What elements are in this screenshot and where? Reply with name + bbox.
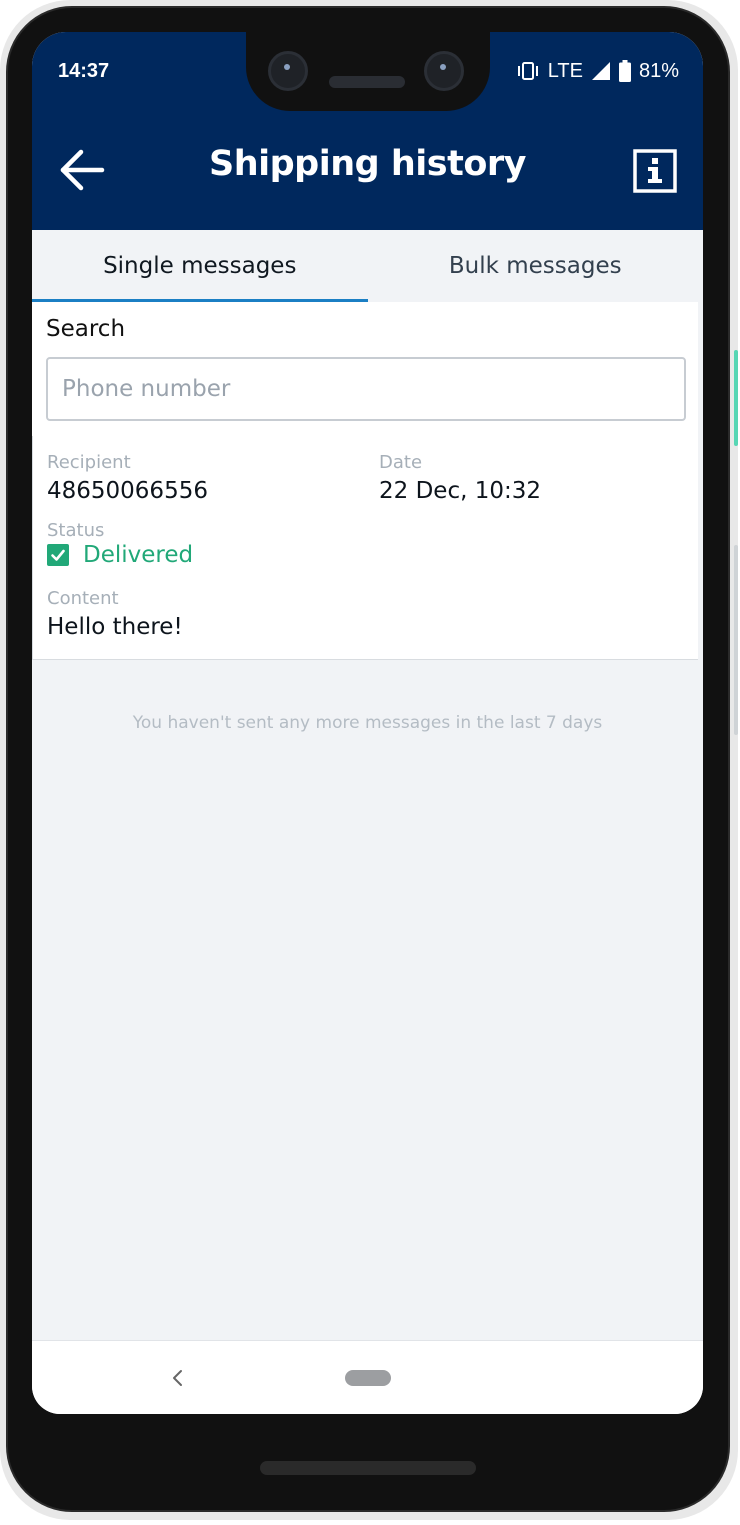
message-card[interactable]: Recipient 48650066556 Date 22 Dec, 10:32… [32,436,698,660]
status-label: Status [47,520,105,541]
app-header: 14:37 LTE 81% Shipping history [32,32,703,230]
status-row: Delivered [47,542,193,568]
recipient-value: 48650066556 [47,478,208,504]
date-label: Date [379,452,423,473]
tab-bar: Single messages Bulk messages [32,230,703,302]
vibrate-icon [516,61,540,81]
search-label: Search [46,316,126,342]
tab-bulk-messages[interactable]: Bulk messages [368,230,704,302]
info-button[interactable] [632,148,678,194]
info-icon [633,149,677,193]
bottom-speaker [260,1461,476,1475]
content-label: Content [47,588,119,609]
front-camera-left [268,51,308,91]
page-title: Shipping history [209,144,526,184]
status-value: Delivered [83,542,194,568]
date-value: 22 Dec, 10:32 [379,478,541,504]
empty-state-note: You haven't sent any more messages in th… [132,713,603,733]
screen: 14:37 LTE 81% Shipping history Single me… [32,32,703,1414]
nav-back-button[interactable] [166,1367,188,1389]
status-icons: LTE 81% [516,58,679,84]
system-nav-bar [32,1340,703,1414]
signal-icon [591,61,611,81]
phone-search-input[interactable] [46,357,686,421]
content-value: Hello there! [47,614,183,640]
front-camera-right [424,51,464,91]
chevron-left-icon [173,1370,182,1386]
nav-home-pill[interactable] [345,1370,391,1386]
battery-icon [618,60,631,82]
recipient-label: Recipient [47,452,131,473]
power-button [734,350,738,446]
status-time: 14:37 [58,60,110,82]
battery-percent: 81% [638,59,679,82]
network-type: LTE [547,59,583,82]
earpiece-speaker [329,76,405,88]
check-icon [47,544,69,566]
volume-button [734,545,738,735]
tab-single-messages[interactable]: Single messages [32,230,368,302]
search-panel: Search [32,302,698,436]
